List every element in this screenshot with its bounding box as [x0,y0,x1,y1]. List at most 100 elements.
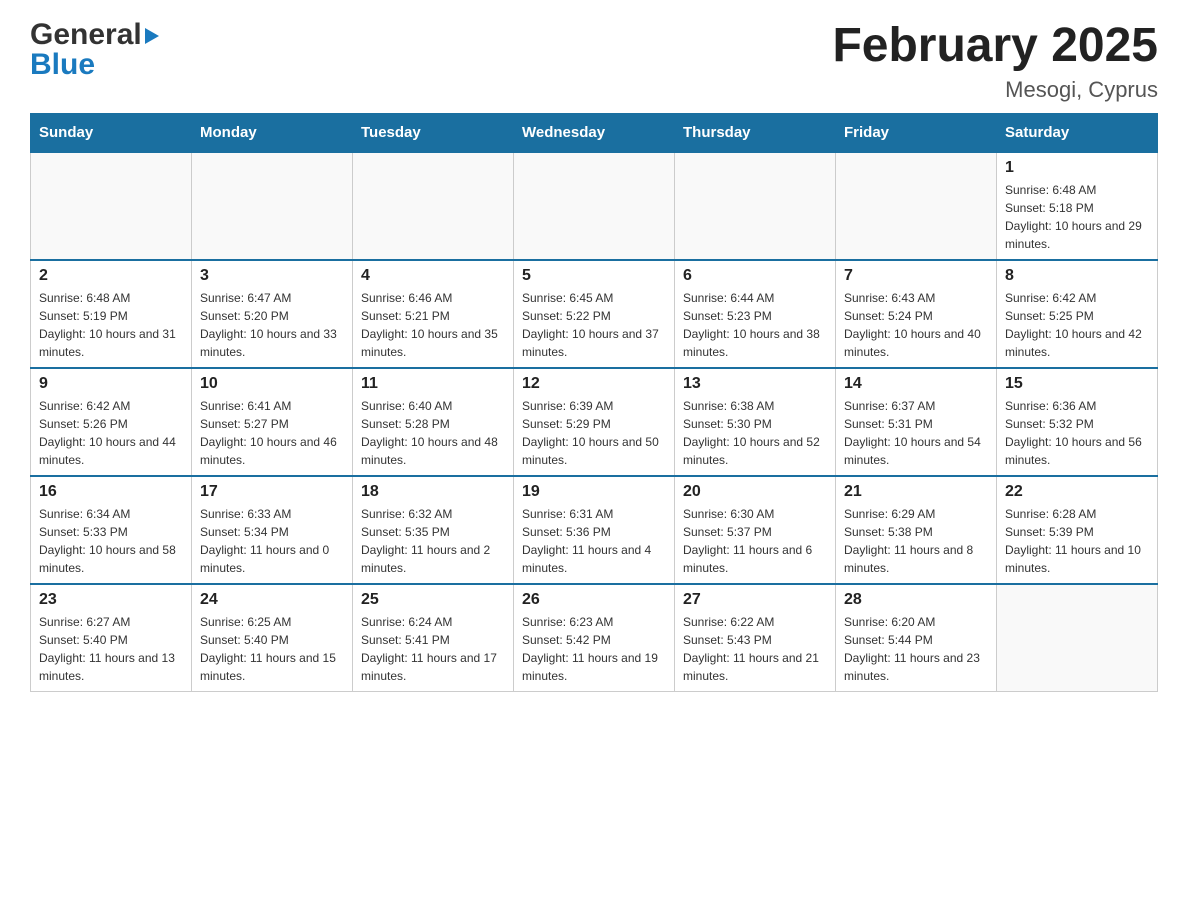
day-info: Sunrise: 6:27 AM Sunset: 5:40 PM Dayligh… [39,613,183,685]
col-saturday: Saturday [997,113,1158,152]
day-number: 4 [361,267,505,285]
table-row: 21 Sunrise: 6:29 AM Sunset: 5:38 PM Dayli… [836,476,997,584]
col-thursday: Thursday [675,113,836,152]
day-number: 13 [683,375,827,393]
day-info: Sunrise: 6:29 AM Sunset: 5:38 PM Dayligh… [844,505,988,577]
day-number: 5 [522,267,666,285]
col-friday: Friday [836,113,997,152]
day-info: Sunrise: 6:41 AM Sunset: 5:27 PM Dayligh… [200,397,344,469]
day-info: Sunrise: 6:25 AM Sunset: 5:40 PM Dayligh… [200,613,344,685]
day-number: 10 [200,375,344,393]
calendar-week-row: 16 Sunrise: 6:34 AM Sunset: 5:33 PM Dayli… [31,476,1158,584]
day-info: Sunrise: 6:42 AM Sunset: 5:26 PM Dayligh… [39,397,183,469]
day-info: Sunrise: 6:42 AM Sunset: 5:25 PM Dayligh… [1005,289,1149,361]
table-row: 23 Sunrise: 6:27 AM Sunset: 5:40 PM Dayli… [31,584,192,692]
day-info: Sunrise: 6:36 AM Sunset: 5:32 PM Dayligh… [1005,397,1149,469]
calendar-table: Sunday Monday Tuesday Wednesday Thursday… [30,113,1158,692]
day-info: Sunrise: 6:23 AM Sunset: 5:42 PM Dayligh… [522,613,666,685]
day-number: 21 [844,483,988,501]
calendar-week-row: 23 Sunrise: 6:27 AM Sunset: 5:40 PM Dayli… [31,584,1158,692]
day-number: 26 [522,591,666,609]
day-number: 24 [200,591,344,609]
table-row: 28Sunrise: 6:20 AM Sunset: 5:44 PM Dayli… [836,584,997,692]
calendar-header-row: Sunday Monday Tuesday Wednesday Thursday… [31,113,1158,152]
table-row: 20 Sunrise: 6:30 AM Sunset: 5:37 PM Dayli… [675,476,836,584]
logo-line2: Blue [30,50,159,80]
table-row [31,152,192,260]
day-info: Sunrise: 6:43 AM Sunset: 5:24 PM Dayligh… [844,289,988,361]
table-row: 15Sunrise: 6:36 AM Sunset: 5:32 PM Dayli… [997,368,1158,476]
col-tuesday: Tuesday [353,113,514,152]
day-number: 16 [39,483,183,501]
day-number: 1 [1005,159,1149,177]
day-number: 25 [361,591,505,609]
day-info: Sunrise: 6:34 AM Sunset: 5:33 PM Dayligh… [39,505,183,577]
day-info: Sunrise: 6:40 AM Sunset: 5:28 PM Dayligh… [361,397,505,469]
day-info: Sunrise: 6:31 AM Sunset: 5:36 PM Dayligh… [522,505,666,577]
table-row [675,152,836,260]
day-number: 6 [683,267,827,285]
day-number: 20 [683,483,827,501]
location: Mesogi, Cyprus [832,77,1158,103]
day-info: Sunrise: 6:24 AM Sunset: 5:41 PM Dayligh… [361,613,505,685]
table-row [353,152,514,260]
day-info: Sunrise: 6:44 AM Sunset: 5:23 PM Dayligh… [683,289,827,361]
logo-arrow-icon [145,28,159,44]
table-row: 4 Sunrise: 6:46 AM Sunset: 5:21 PM Daylig… [353,260,514,368]
day-info: Sunrise: 6:28 AM Sunset: 5:39 PM Dayligh… [1005,505,1149,577]
table-row: 25 Sunrise: 6:24 AM Sunset: 5:41 PM Dayli… [353,584,514,692]
table-row: 16 Sunrise: 6:34 AM Sunset: 5:33 PM Dayli… [31,476,192,584]
title-block: February 2025 Mesogi, Cyprus [832,20,1158,103]
calendar-week-row: 9 Sunrise: 6:42 AM Sunset: 5:26 PM Daylig… [31,368,1158,476]
day-number: 28 [844,591,988,609]
table-row: 5 Sunrise: 6:45 AM Sunset: 5:22 PM Daylig… [514,260,675,368]
table-row: 24 Sunrise: 6:25 AM Sunset: 5:40 PM Dayli… [192,584,353,692]
month-title: February 2025 [832,20,1158,73]
table-row: 8Sunrise: 6:42 AM Sunset: 5:25 PM Daylig… [997,260,1158,368]
day-info: Sunrise: 6:37 AM Sunset: 5:31 PM Dayligh… [844,397,988,469]
day-info: Sunrise: 6:39 AM Sunset: 5:29 PM Dayligh… [522,397,666,469]
day-info: Sunrise: 6:32 AM Sunset: 5:35 PM Dayligh… [361,505,505,577]
calendar-week-row: 2 Sunrise: 6:48 AM Sunset: 5:19 PM Daylig… [31,260,1158,368]
table-row: 17Sunrise: 6:33 AM Sunset: 5:34 PM Dayli… [192,476,353,584]
table-row: 22 Sunrise: 6:28 AM Sunset: 5:39 PM Dayli… [997,476,1158,584]
table-row: 7 Sunrise: 6:43 AM Sunset: 5:24 PM Daylig… [836,260,997,368]
col-monday: Monday [192,113,353,152]
day-number: 14 [844,375,988,393]
day-number: 18 [361,483,505,501]
logo-line1: General [30,20,159,50]
table-row: 14 Sunrise: 6:37 AM Sunset: 5:31 PM Dayli… [836,368,997,476]
table-row: 18 Sunrise: 6:32 AM Sunset: 5:35 PM Dayli… [353,476,514,584]
day-info: Sunrise: 6:46 AM Sunset: 5:21 PM Dayligh… [361,289,505,361]
day-info: Sunrise: 6:48 AM Sunset: 5:19 PM Dayligh… [39,289,183,361]
day-number: 19 [522,483,666,501]
day-info: Sunrise: 6:48 AM Sunset: 5:18 PM Dayligh… [1005,181,1149,253]
calendar-week-row: 1 Sunrise: 6:48 AM Sunset: 5:18 PM Daylig… [31,152,1158,260]
day-info: Sunrise: 6:38 AM Sunset: 5:30 PM Dayligh… [683,397,827,469]
table-row: 11Sunrise: 6:40 AM Sunset: 5:28 PM Dayli… [353,368,514,476]
table-row: 26 Sunrise: 6:23 AM Sunset: 5:42 PM Dayli… [514,584,675,692]
table-row: 12Sunrise: 6:39 AM Sunset: 5:29 PM Dayli… [514,368,675,476]
page-header: General Blue February 2025 Mesogi, Cypru… [30,20,1158,103]
day-number: 22 [1005,483,1149,501]
day-info: Sunrise: 6:45 AM Sunset: 5:22 PM Dayligh… [522,289,666,361]
day-number: 9 [39,375,183,393]
table-row [514,152,675,260]
col-wednesday: Wednesday [514,113,675,152]
table-row: 2 Sunrise: 6:48 AM Sunset: 5:19 PM Daylig… [31,260,192,368]
day-info: Sunrise: 6:30 AM Sunset: 5:37 PM Dayligh… [683,505,827,577]
table-row: 3 Sunrise: 6:47 AM Sunset: 5:20 PM Daylig… [192,260,353,368]
day-number: 7 [844,267,988,285]
table-row [836,152,997,260]
day-info: Sunrise: 6:33 AM Sunset: 5:34 PM Dayligh… [200,505,344,577]
day-info: Sunrise: 6:47 AM Sunset: 5:20 PM Dayligh… [200,289,344,361]
table-row: 27Sunrise: 6:22 AM Sunset: 5:43 PM Dayli… [675,584,836,692]
col-sunday: Sunday [31,113,192,152]
day-number: 3 [200,267,344,285]
day-number: 2 [39,267,183,285]
table-row [192,152,353,260]
day-info: Sunrise: 6:22 AM Sunset: 5:43 PM Dayligh… [683,613,827,685]
table-row [997,584,1158,692]
day-number: 23 [39,591,183,609]
logo: General Blue [30,20,159,80]
